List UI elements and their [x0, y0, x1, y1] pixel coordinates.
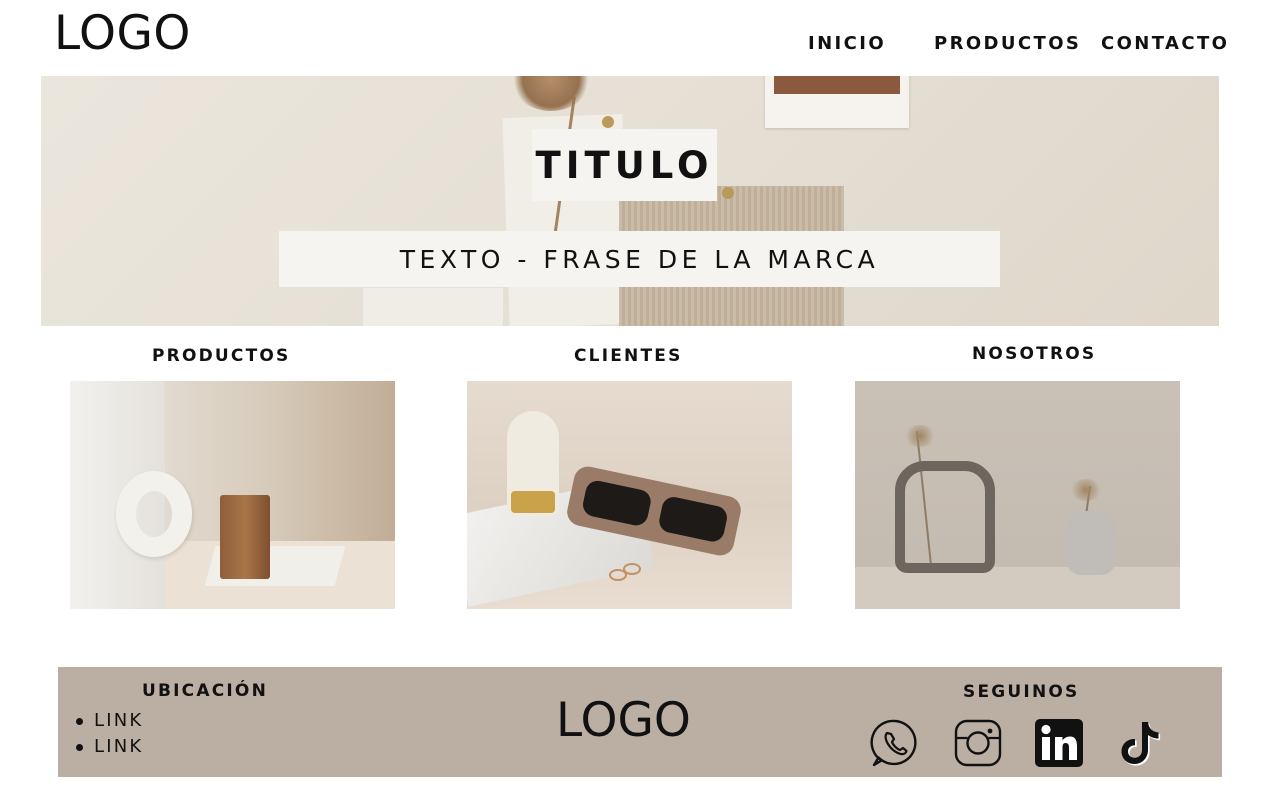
footer-link[interactable]: LINK — [74, 710, 143, 736]
productos-image[interactable] — [70, 381, 395, 609]
nosotros-image[interactable] — [855, 381, 1180, 609]
linkedin-icon[interactable] — [1034, 718, 1084, 768]
hero-polaroid-photo — [765, 76, 909, 128]
hero-title-box: TITULO — [532, 129, 717, 201]
header-logo[interactable]: LOGO — [54, 6, 191, 61]
site-footer: UBICACIÓN LINK LINK LOGO SEGUINOS — [58, 667, 1222, 777]
nav-link-productos[interactable]: PRODUCTOS — [934, 33, 1081, 54]
hero-banner: TITULO TEXTO - FRASE DE LA MARCA — [41, 76, 1219, 326]
section-heading-clientes: CLIENTES — [574, 346, 683, 366]
footer-link[interactable]: LINK — [74, 736, 143, 762]
clientes-image[interactable] — [467, 381, 792, 609]
hero-pin — [722, 187, 734, 199]
hero-phrase: TEXTO - FRASE DE LA MARCA — [399, 244, 880, 274]
hero-pin — [602, 116, 614, 128]
hero-paper-scrap — [363, 288, 503, 326]
hero-title: TITULO — [535, 143, 714, 187]
hero-phrase-box: TEXTO - FRASE DE LA MARCA — [279, 231, 1000, 287]
nav-link-inicio[interactable]: INICIO — [808, 33, 886, 54]
nav-link-contacto[interactable]: CONTACTO — [1101, 33, 1229, 54]
footer-location-heading: UBICACIÓN — [142, 681, 269, 701]
tiktok-icon[interactable] — [1114, 718, 1164, 768]
instagram-icon[interactable] — [953, 718, 1003, 768]
section-heading-productos: PRODUCTOS — [152, 346, 291, 366]
footer-link-list: LINK LINK — [74, 710, 143, 762]
hero-dried-flower — [511, 76, 591, 111]
footer-social-heading: SEGUINOS — [963, 682, 1080, 702]
section-heading-nosotros: NOSOTROS — [972, 344, 1097, 364]
footer-logo[interactable]: LOGO — [556, 693, 691, 748]
whatsapp-icon[interactable] — [870, 718, 920, 768]
site-header: LOGO INICIO PRODUCTOS CONTACTO — [0, 0, 1280, 76]
